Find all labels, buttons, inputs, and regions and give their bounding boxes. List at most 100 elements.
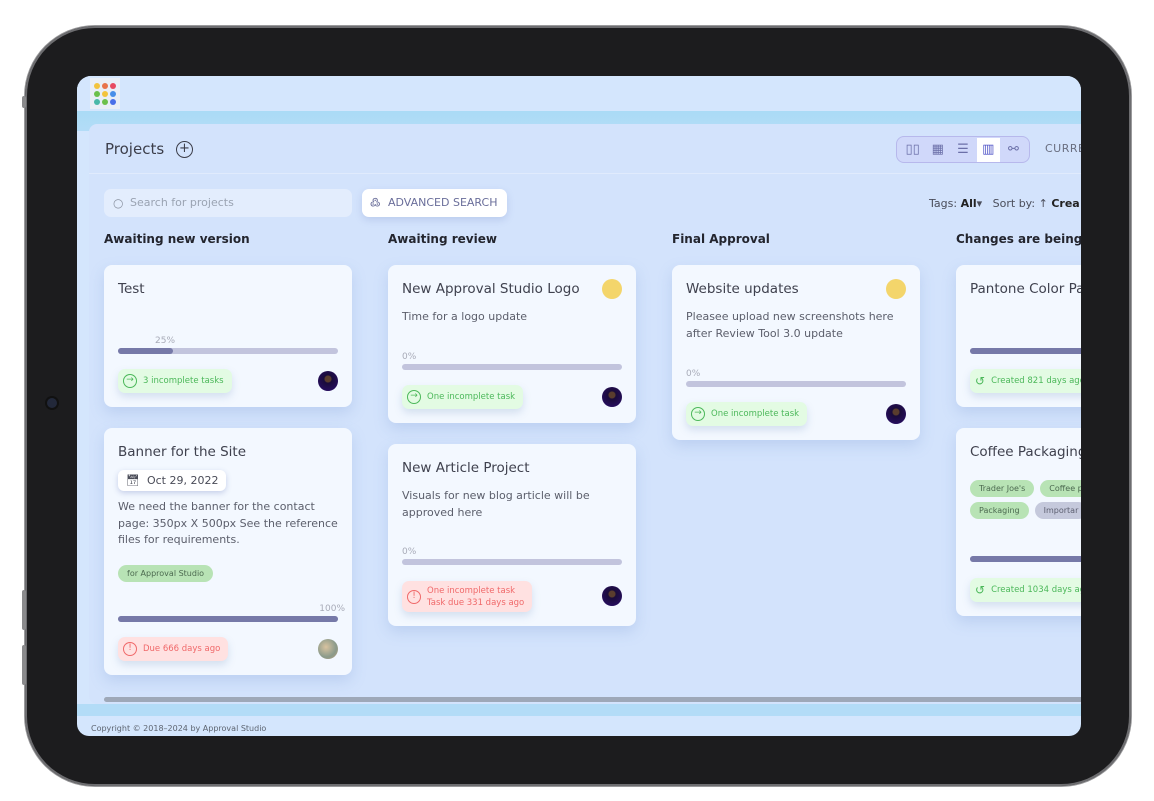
arrow-up-icon: ↑ bbox=[1038, 197, 1048, 210]
card-title: New Approval Studio Logo bbox=[402, 281, 580, 297]
card-title: Test bbox=[118, 281, 145, 297]
grid-view-icon[interactable]: ▦ bbox=[926, 138, 949, 162]
kanban-view-icon[interactable]: ▥ bbox=[976, 137, 1000, 162]
badge-text: Created 1034 days ag bbox=[991, 585, 1081, 595]
arrow-right-circle-icon: → bbox=[123, 374, 137, 388]
card-title: New Article Project bbox=[402, 460, 530, 476]
badge-text: Created 821 days ago bbox=[991, 376, 1081, 386]
card-title: Banner for the Site bbox=[118, 444, 247, 460]
badge-text: Due 666 days ago bbox=[143, 644, 221, 654]
avatar[interactable] bbox=[602, 387, 622, 407]
tags-dropdown[interactable]: All bbox=[961, 197, 977, 210]
advanced-search-button[interactable]: ߷ ADVANCED SEARCH bbox=[362, 189, 507, 217]
project-card[interactable]: Banner for the Site 📅︎ Oct 29, 2022 We ne… bbox=[104, 428, 352, 675]
progress-bar: 0% bbox=[402, 547, 622, 565]
project-card[interactable]: Pantone Color Pa ↺ Created 821 days ago bbox=[956, 265, 1081, 407]
progress-label: 25% bbox=[155, 336, 176, 346]
caret-down-icon: ▾ bbox=[976, 197, 983, 210]
sort-dropdown[interactable]: Crea bbox=[1051, 197, 1079, 210]
date-text: Oct 29, 2022 bbox=[146, 474, 219, 487]
progress-label: 100% bbox=[319, 604, 345, 614]
card-title: Pantone Color Pa bbox=[970, 281, 1081, 297]
horizontal-scrollbar[interactable] bbox=[104, 697, 1081, 702]
badge-text: One incomplete task bbox=[427, 585, 516, 596]
card-description: Visuals for new blog article will be app… bbox=[402, 489, 590, 519]
alert-circle-icon: ! bbox=[407, 589, 421, 604]
avatar[interactable] bbox=[886, 404, 906, 424]
arrow-right-circle-icon: → bbox=[691, 407, 705, 421]
filters: Tags: All▾ Sort by: ↑ Crea bbox=[929, 197, 1080, 210]
project-card[interactable]: Test 25% → 3 incomplete tasks bbox=[104, 265, 352, 407]
progress-label: 0% bbox=[402, 547, 417, 557]
list-view-icon[interactable]: ☰ bbox=[951, 138, 974, 162]
progress-bar: 100% bbox=[118, 604, 345, 622]
workflow-view-icon[interactable]: ⚯ bbox=[1002, 138, 1025, 162]
badge-text: One incomplete task bbox=[711, 409, 800, 419]
plus-circle-icon: + bbox=[179, 141, 190, 156]
project-card[interactable]: Website updates Pleasee upload new scree… bbox=[672, 265, 920, 440]
footer-band bbox=[77, 704, 1081, 716]
view-switcher: ▯▯ ▦ ☰ ▥ ⚯ bbox=[896, 136, 1030, 163]
column-title: Changes are being a bbox=[956, 232, 1081, 246]
card-description: Time for a logo update bbox=[402, 310, 528, 323]
tasks-badge[interactable]: → One incomplete task bbox=[402, 385, 524, 409]
card-description: Pleasee upload new screenshots here afte… bbox=[686, 310, 894, 340]
camera bbox=[47, 398, 57, 408]
project-card[interactable]: Coffee Packaging Trader Joe's Coffee p P… bbox=[956, 428, 1081, 616]
project-card[interactable]: New Approval Studio Logo Time for a logo… bbox=[388, 265, 636, 423]
advanced-search-label: ADVANCED SEARCH bbox=[388, 196, 498, 209]
progress-bar bbox=[970, 348, 1081, 354]
history-icon: ↺ bbox=[975, 374, 986, 388]
due-date[interactable]: 📅︎ Oct 29, 2022 bbox=[118, 470, 227, 491]
status-dot bbox=[602, 279, 622, 299]
device-button bbox=[22, 96, 26, 108]
tag[interactable]: Packaging bbox=[970, 502, 1029, 519]
tag[interactable]: for Approval Studio bbox=[118, 564, 214, 582]
sort-label: Sort by: bbox=[992, 197, 1036, 210]
arrow-right-circle-icon: → bbox=[407, 390, 421, 404]
created-badge[interactable]: ↺ Created 1034 days ag bbox=[970, 578, 1081, 602]
column-title: Awaiting review bbox=[388, 232, 497, 246]
tasks-badge[interactable]: → One incomplete task bbox=[686, 402, 808, 426]
column-title: Awaiting new version bbox=[104, 232, 250, 246]
progress-bar: 0% bbox=[402, 352, 622, 370]
card-title: Website updates bbox=[686, 281, 799, 297]
alert-circle-icon: ! bbox=[123, 642, 137, 656]
tag[interactable]: Coffee p bbox=[1040, 480, 1081, 497]
column-title: Final Approval bbox=[672, 232, 770, 246]
badge-text: One incomplete task bbox=[427, 392, 516, 402]
current-filter[interactable]: CURRE bbox=[1045, 142, 1081, 155]
badge-text: 3 incomplete tasks bbox=[143, 376, 224, 386]
divider bbox=[89, 173, 1081, 174]
progress-bar: 25% bbox=[118, 336, 338, 354]
avatar[interactable] bbox=[318, 371, 338, 391]
avatar[interactable] bbox=[318, 639, 338, 659]
copyright: Copyright © 2018–2024 by Approval Studio bbox=[91, 724, 267, 733]
tags-label: Tags: bbox=[929, 197, 958, 210]
card-title: Coffee Packaging bbox=[970, 444, 1081, 460]
progress-bar: 0% bbox=[686, 369, 906, 387]
device-button bbox=[22, 590, 26, 630]
status-dot bbox=[886, 279, 906, 299]
page-title: Projects bbox=[105, 140, 165, 158]
tag[interactable]: Importar bbox=[1034, 502, 1081, 519]
card-description: We need the banner for the contact page:… bbox=[118, 500, 338, 546]
progress-label: 0% bbox=[686, 369, 701, 379]
add-project-button[interactable]: + bbox=[176, 141, 193, 158]
columns-view-icon[interactable]: ▯▯ bbox=[901, 138, 924, 162]
avatar[interactable] bbox=[602, 586, 622, 606]
tag[interactable]: Trader Joe's bbox=[970, 480, 1035, 497]
app-logo[interactable] bbox=[90, 78, 120, 109]
calendar-icon: 📅︎ bbox=[126, 474, 140, 487]
tasks-badge[interactable]: → 3 incomplete tasks bbox=[118, 369, 232, 393]
project-card[interactable]: New Article Project Visuals for new blog… bbox=[388, 444, 636, 626]
created-badge[interactable]: ↺ Created 821 days ago bbox=[970, 369, 1081, 393]
history-icon: ↺ bbox=[975, 583, 986, 597]
progress-label: 0% bbox=[402, 352, 417, 362]
search-icon: ○ bbox=[113, 196, 124, 210]
due-badge[interactable]: ! Due 666 days ago bbox=[118, 637, 229, 661]
tasks-badge[interactable]: ! One incomplete task Task due 331 days ag… bbox=[402, 581, 533, 612]
binoculars-icon: ߷ bbox=[370, 196, 381, 209]
search-input[interactable]: ○ Search for projects bbox=[104, 189, 352, 217]
top-bar bbox=[77, 76, 1081, 111]
